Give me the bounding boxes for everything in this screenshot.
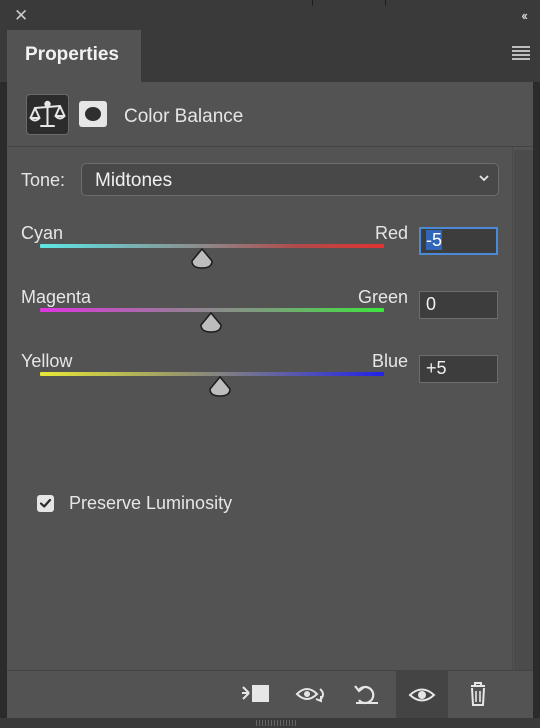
view-previous-state-icon[interactable] — [295, 681, 329, 707]
yellow-blue-value-field[interactable]: +5 — [419, 355, 498, 383]
collapse-panels-icon[interactable]: ‹‹ — [521, 8, 528, 23]
adjustment-content: Tone: Midtones Cyan Red -5 Magenta Green — [7, 147, 513, 670]
slider-right-label: Blue — [371, 351, 408, 371]
slider-left-label: Yellow — [21, 351, 73, 371]
slider-thumb[interactable] — [208, 376, 232, 398]
tone-label: Tone: — [21, 170, 66, 190]
tab-properties[interactable]: Properties — [7, 30, 141, 83]
properties-panel: Color Balance Tone: Midtones Cyan Red -5… — [7, 82, 533, 670]
panel-seam — [385, 0, 386, 6]
slider-left-label: Magenta — [21, 287, 92, 307]
panel-menu-icon[interactable] — [512, 46, 530, 60]
balance-scale-icon[interactable] — [26, 94, 69, 135]
close-icon[interactable]: ✕ — [14, 7, 28, 24]
slider-thumb[interactable] — [190, 248, 214, 270]
visibility-eye-icon — [408, 688, 436, 702]
slider-thumb[interactable] — [199, 312, 223, 334]
selected-text: -5 — [426, 230, 443, 250]
preserve-luminosity-checkbox[interactable] — [37, 495, 54, 512]
tone-selected-value: Midtones — [95, 170, 173, 191]
slider-right-label: Red — [374, 223, 408, 243]
yellow-blue-slider-row: Yellow Blue +5 — [7, 351, 512, 415]
bottom-toolbar — [7, 670, 533, 719]
scrollbar[interactable] — [514, 150, 533, 670]
layer-mask-icon[interactable] — [79, 101, 107, 127]
preserve-luminosity-label: Preserve Luminosity — [69, 493, 233, 513]
chevron-down-icon — [479, 175, 489, 182]
cyan-red-slider-row: Cyan Red -5 — [7, 223, 512, 287]
slider-right-label: Green — [357, 287, 408, 307]
top-strip: ✕ ‹‹ — [0, 0, 540, 30]
resize-grip[interactable] — [256, 720, 296, 726]
adjustment-title: Color Balance — [124, 106, 244, 127]
magenta-green-slider-row: Magenta Green 0 — [7, 287, 512, 351]
panel-seam — [312, 0, 313, 6]
magenta-green-value-field[interactable]: 0 — [419, 291, 498, 319]
slider-left-label: Cyan — [21, 223, 64, 243]
tab-label: Properties — [25, 44, 119, 65]
reset-icon[interactable] — [350, 681, 384, 707]
cyan-red-value-field[interactable]: -5 — [419, 227, 498, 255]
trash-icon[interactable] — [461, 681, 495, 707]
tab-bar: Properties — [0, 30, 540, 83]
visibility-toggle[interactable] — [396, 671, 448, 719]
clip-to-layer-icon[interactable] — [240, 681, 274, 707]
tone-dropdown[interactable]: Midtones — [81, 163, 499, 196]
checkmark-icon — [39, 498, 52, 508]
adjustment-header: Color Balance — [7, 82, 533, 147]
